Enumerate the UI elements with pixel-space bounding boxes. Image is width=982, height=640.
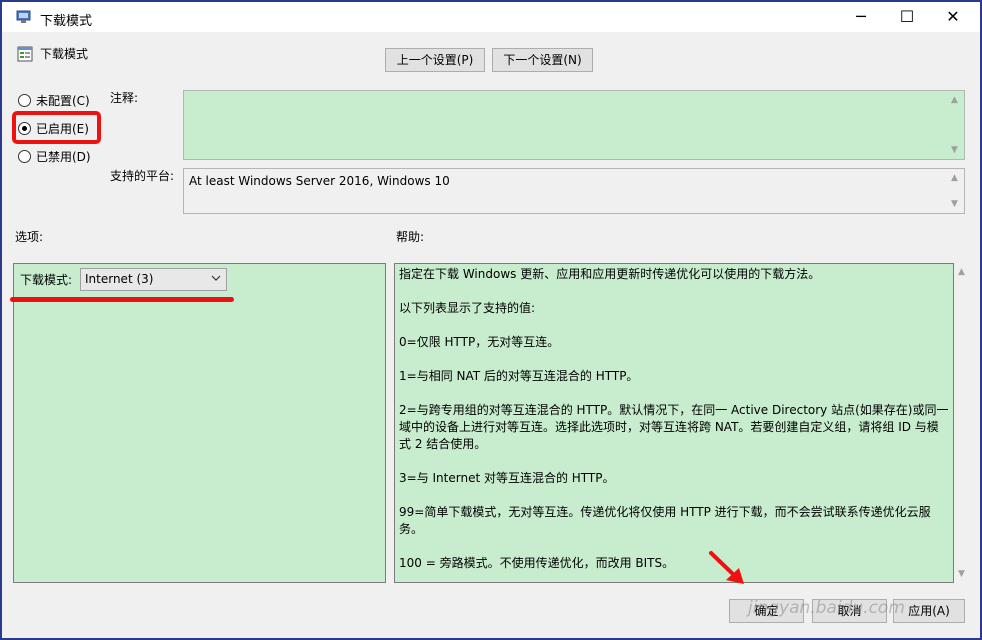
help-paragraph: 1=与相同 NAT 后的对等互连混合的 HTTP。 xyxy=(399,369,639,383)
download-mode-dropdown[interactable]: Internet (3) xyxy=(80,268,227,291)
options-heading: 选项: xyxy=(15,230,44,244)
help-paragraph: 100 = 旁路模式。不使用传递优化，而改用 BITS。 xyxy=(399,556,675,570)
dialog-window: 下载模式 ─ ☐ ✕ 下载模式 上一个设置(P) 下一个设置(N) 未配置(C)… xyxy=(0,0,982,640)
help-paragraph: 指定在下载 Windows 更新、应用和应用更新时传递优化可以使用的下载方法。 xyxy=(399,267,821,281)
supported-platform-label: 支持的平台: xyxy=(110,169,175,183)
dropdown-selected-value: Internet (3) xyxy=(85,272,154,286)
help-panel: 指定在下载 Windows 更新、应用和应用更新时传递优化可以使用的下载方法。 … xyxy=(394,263,954,583)
help-scrollbar[interactable]: ▲ ▼ xyxy=(955,263,971,583)
scroll-down-icon[interactable]: ▼ xyxy=(958,569,965,579)
comment-scrollbar[interactable]: ▲ ▼ xyxy=(948,91,964,159)
help-paragraph: 0=仅限 HTTP，无对等互连。 xyxy=(399,335,560,349)
policy-setting-icon xyxy=(17,46,33,62)
scroll-up-icon[interactable]: ▲ xyxy=(958,267,965,277)
help-paragraph: 3=与 Internet 对等互连混合的 HTTP。 xyxy=(399,471,615,485)
red-arrow-annotation xyxy=(709,551,744,584)
radio-label: 已禁用(D) xyxy=(36,150,91,164)
scroll-up-icon[interactable]: ▲ xyxy=(951,173,958,183)
radio-button[interactable] xyxy=(18,150,31,163)
minimize-button[interactable]: ─ xyxy=(838,2,884,32)
watermark: jingyan.baidu.com xyxy=(748,598,905,618)
radio-button[interactable] xyxy=(18,94,31,107)
download-mode-label: 下载模式: xyxy=(20,273,73,287)
window-title: 下载模式 xyxy=(40,14,93,29)
supported-platform-value: At least Windows Server 2016, Windows 10 xyxy=(189,174,450,188)
radio-label: 未配置(C) xyxy=(36,94,90,108)
chevron-down-icon[interactable] xyxy=(211,273,221,283)
comment-textarea[interactable]: ▲ ▼ xyxy=(183,90,965,160)
app-icon xyxy=(16,10,31,23)
comment-label: 注释: xyxy=(110,91,139,105)
help-paragraph: 99=简单下载模式，无对等互连。传递优化将仅使用 HTTP 进行下载，而不会尝试… xyxy=(399,505,931,536)
help-heading: 帮助: xyxy=(396,230,425,244)
help-text: 指定在下载 Windows 更新、应用和应用更新时传递优化可以使用的下载方法。 … xyxy=(399,266,949,582)
previous-setting-button[interactable]: 上一个设置(P) xyxy=(385,48,485,72)
scroll-down-icon[interactable]: ▼ xyxy=(951,145,958,155)
supported-platform-box: At least Windows Server 2016, Windows 10… xyxy=(183,168,965,214)
options-panel: 下载模式: Internet (3) xyxy=(13,263,386,583)
close-button[interactable]: ✕ xyxy=(930,2,976,32)
next-setting-button[interactable]: 下一个设置(N) xyxy=(492,48,593,72)
platform-scrollbar[interactable]: ▲ ▼ xyxy=(948,169,964,213)
title-bar[interactable]: 下载模式 ─ ☐ ✕ xyxy=(2,2,980,32)
scroll-down-icon[interactable]: ▼ xyxy=(951,199,958,209)
maximize-button[interactable]: ☐ xyxy=(884,2,930,32)
help-paragraph: 2=与跨专用组的对等互连混合的 HTTP。默认情况下，在同一 Active Di… xyxy=(399,403,949,451)
highlight-annotation-box xyxy=(12,111,101,144)
scroll-up-icon[interactable]: ▲ xyxy=(951,95,958,105)
help-paragraph: 以下列表显示了支持的值: xyxy=(399,301,536,315)
setting-title: 下载模式 xyxy=(40,47,89,61)
underline-annotation xyxy=(10,297,234,302)
